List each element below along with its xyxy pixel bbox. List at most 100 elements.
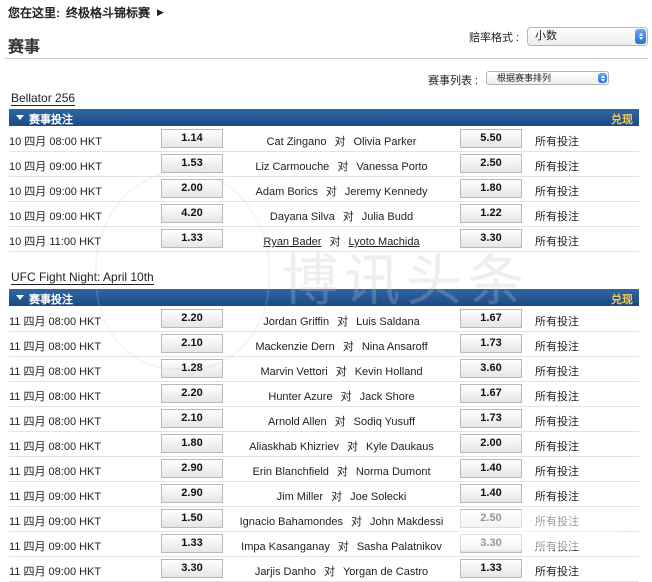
league-title[interactable]: UFC Fight Night: April 10th	[11, 271, 154, 285]
all-bets-link[interactable]: 所有投注	[535, 563, 579, 579]
away-odds-button[interactable]: 1.33	[460, 559, 522, 578]
away-odds-button[interactable]: 1.67	[460, 309, 522, 328]
collapse-triangle-icon[interactable]	[16, 295, 24, 300]
all-bets-link[interactable]: 所有投注	[535, 538, 579, 554]
all-bets-link[interactable]: 所有投注	[535, 183, 579, 199]
event-time: 11 四月 08:00 HKT	[9, 441, 102, 453]
event-row: 11 四月 09:00 HKT 3.30 Jarjis Danho 对 Yorgan d…	[9, 557, 639, 582]
matchup[interactable]: Ryan Bader 对 Lyoto Machida	[225, 233, 458, 249]
home-odds-button[interactable]: 1.50	[161, 509, 223, 528]
matchup[interactable]: Liz Carmouche 对 Vanessa Porto	[225, 158, 458, 174]
matchup[interactable]: Hunter Azure 对 Jack Shore	[225, 388, 458, 404]
event-row: 11 四月 08:00 HKT 2.20 Jordan Griffin 对 Luis S…	[9, 307, 639, 332]
header-divider	[5, 58, 648, 59]
event-time: 11 四月 08:00 HKT	[9, 366, 102, 378]
section-header[interactable]: 赛事投注 兑现	[9, 109, 639, 126]
all-bets-link[interactable]: 所有投注	[535, 513, 579, 529]
redeem-link[interactable]: 兑现	[611, 111, 633, 127]
away-team: Joe Solecki	[350, 491, 407, 503]
home-odds-button[interactable]: 1.14	[161, 129, 223, 148]
home-team: Impa Kasanganay	[241, 541, 330, 553]
all-bets-link[interactable]: 所有投注	[535, 233, 579, 249]
home-odds-button[interactable]: 4.20	[161, 204, 223, 223]
all-bets-link[interactable]: 所有投注	[535, 313, 579, 329]
away-odds-button[interactable]: 3.60	[460, 359, 522, 378]
matchup[interactable]: Jordan Griffin 对 Luis Saldana	[225, 313, 458, 329]
select-arrows-icon	[598, 73, 607, 83]
away-odds-button[interactable]: 5.50	[460, 129, 522, 148]
breadcrumb: 您在这里: 终极格斗锦标赛 ▶	[8, 4, 164, 20]
home-odds-button[interactable]: 2.10	[161, 334, 223, 353]
matchup[interactable]: Jim Miller 对 Joe Solecki	[225, 488, 458, 504]
select-arrows-icon	[635, 29, 646, 44]
breadcrumb-link[interactable]: 终极格斗锦标赛	[66, 4, 150, 21]
event-list-select[interactable]: 根据赛事排列	[486, 71, 609, 85]
all-bets-link[interactable]: 所有投注	[535, 133, 579, 149]
vs-label: 对	[342, 341, 354, 353]
away-odds-button[interactable]: 1.73	[460, 409, 522, 428]
matchup[interactable]: Mackenzie Dern 对 Nina Ansaroff	[225, 338, 458, 354]
away-odds-button[interactable]: 2.50	[460, 154, 522, 173]
matchup[interactable]: Impa Kasanganay 对 Sasha Palatnikov	[225, 538, 458, 554]
section-header[interactable]: 赛事投注 兑现	[9, 289, 639, 306]
odds-format-label: 赔率格式 :	[469, 32, 520, 44]
all-bets-link[interactable]: 所有投注	[535, 363, 579, 379]
away-odds-button[interactable]: 1.73	[460, 334, 522, 353]
home-odds-button[interactable]: 2.00	[161, 179, 223, 198]
home-odds-button[interactable]: 2.20	[161, 384, 223, 403]
all-bets-link[interactable]: 所有投注	[535, 413, 579, 429]
away-odds-button[interactable]: 2.50	[460, 509, 522, 528]
odds-format-select[interactable]: 小数	[527, 27, 648, 46]
away-odds-button[interactable]: 2.00	[460, 434, 522, 453]
home-team: Ignacio Bahamondes	[239, 516, 343, 528]
event-row: 10 四月 08:00 HKT 1.14 Cat Zingano 对 Olivia Pa…	[9, 127, 639, 152]
matchup[interactable]: Dayana Silva 对 Julia Budd	[225, 208, 458, 224]
away-team: Sodiq Yusuff	[353, 416, 416, 428]
home-odds-button[interactable]: 1.80	[161, 434, 223, 453]
matchup[interactable]: Aliaskhab Khizriev 对 Kyle Daukaus	[225, 438, 458, 454]
home-team: Jordan Griffin	[263, 316, 330, 328]
away-odds-button[interactable]: 1.40	[460, 484, 522, 503]
all-bets-link[interactable]: 所有投注	[535, 388, 579, 404]
away-odds-button[interactable]: 1.40	[460, 459, 522, 478]
away-odds-button[interactable]: 1.22	[460, 204, 522, 223]
home-odds-button[interactable]: 1.28	[161, 359, 223, 378]
away-odds-button[interactable]: 3.30	[460, 229, 522, 248]
away-odds-button[interactable]: 3.30	[460, 534, 522, 553]
home-odds-button[interactable]: 2.90	[161, 484, 223, 503]
matchup[interactable]: Marvin Vettori 对 Kevin Holland	[225, 363, 458, 379]
away-team: Kevin Holland	[354, 366, 423, 378]
matchup[interactable]: Jarjis Danho 对 Yorgan de Castro	[225, 563, 458, 579]
away-odds-button[interactable]: 1.80	[460, 179, 522, 198]
odds-format-value: 小数	[535, 30, 557, 42]
away-odds-button[interactable]: 1.67	[460, 384, 522, 403]
all-bets-link[interactable]: 所有投注	[535, 463, 579, 479]
home-odds-button[interactable]: 2.10	[161, 409, 223, 428]
home-team: Cat Zingano	[266, 136, 327, 148]
home-team: Dayana Silva	[269, 211, 335, 223]
matchup[interactable]: Erin Blanchfield 对 Norma Dumont	[225, 463, 458, 479]
all-bets-link[interactable]: 所有投注	[535, 438, 579, 454]
matchup[interactable]: Ignacio Bahamondes 对 John Makdessi	[225, 513, 458, 529]
all-bets-link[interactable]: 所有投注	[535, 158, 579, 174]
matchup[interactable]: Cat Zingano 对 Olivia Parker	[225, 133, 458, 149]
event-list-label: 赛事列表 :	[428, 75, 479, 87]
home-odds-button[interactable]: 2.20	[161, 309, 223, 328]
collapse-triangle-icon[interactable]	[16, 115, 24, 120]
vs-label: 对	[337, 541, 349, 553]
home-odds-button[interactable]: 1.33	[161, 534, 223, 553]
matchup[interactable]: Arnold Allen 对 Sodiq Yusuff	[225, 413, 458, 429]
home-odds-button[interactable]: 2.90	[161, 459, 223, 478]
league-title[interactable]: Bellator 256	[11, 92, 76, 106]
all-bets-link[interactable]: 所有投注	[535, 338, 579, 354]
event-row: 10 四月 09:00 HKT 2.00 Adam Borics 对 Jeremy Ke…	[9, 177, 639, 202]
all-bets-link[interactable]: 所有投注	[535, 488, 579, 504]
breadcrumb-arrow-icon[interactable]: ▶	[157, 7, 164, 18]
home-team: Arnold Allen	[267, 416, 327, 428]
home-odds-button[interactable]: 3.30	[161, 559, 223, 578]
all-bets-link[interactable]: 所有投注	[535, 208, 579, 224]
home-odds-button[interactable]: 1.33	[161, 229, 223, 248]
matchup[interactable]: Adam Borics 对 Jeremy Kennedy	[225, 183, 458, 199]
redeem-link[interactable]: 兑现	[611, 291, 633, 307]
home-odds-button[interactable]: 1.53	[161, 154, 223, 173]
